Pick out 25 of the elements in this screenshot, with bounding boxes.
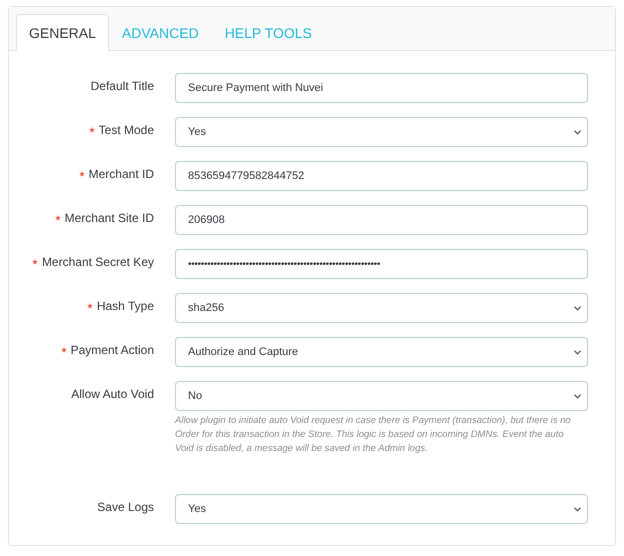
field-label: Payment Action (70, 343, 154, 357)
field-label: Merchant ID (88, 167, 154, 181)
text-field[interactable]: 8536594779582844752 (175, 161, 588, 191)
chevron-down-icon (574, 350, 581, 354)
password-field[interactable]: •••••••••••••••••••••••••••••••••••••••••••••••••••••••••••• (175, 249, 588, 279)
field-label: Merchant Secret Key (42, 255, 154, 269)
chevron-down-icon (574, 130, 581, 134)
chevron-down-icon (574, 506, 581, 512)
field-label: Test Mode (98, 123, 154, 137)
field-label: Hash Type (96, 299, 154, 313)
help-text: Allow plugin to initiate auto Void request in case there is Payment (transaction), but there is no Order for this transaction in the Store. This logic is based on incoming DMNs. Event the auto Void is disabled, a message will be saved in the Admin logs. (175, 414, 572, 456)
text-field[interactable]: Secure Payment with Nuvei (175, 73, 588, 103)
text-field[interactable]: 206908 (175, 205, 588, 235)
field-label: Allow Auto Void (71, 387, 154, 401)
select-field[interactable]: Authorize and Capture (175, 337, 588, 367)
tab[interactable]: GENERAL (16, 14, 109, 51)
select-field[interactable]: No (175, 381, 588, 411)
field-label: Save Logs (97, 500, 154, 514)
field-label: Merchant Site ID (64, 211, 154, 225)
select-field[interactable]: Yes (175, 494, 588, 524)
chevron-down-icon (574, 394, 581, 398)
chevron-down-icon (574, 306, 581, 310)
field-label: Default Title (90, 79, 154, 93)
select-field[interactable]: Yes (175, 117, 588, 147)
select-field[interactable]: sha256 (175, 293, 588, 323)
